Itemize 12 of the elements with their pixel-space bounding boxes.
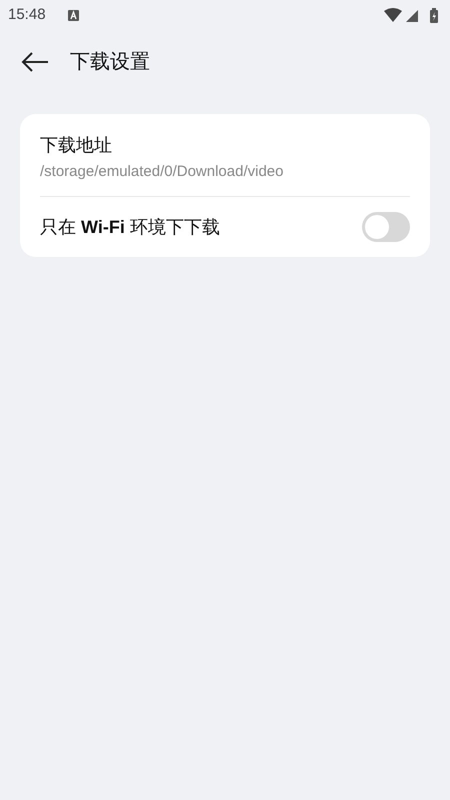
wifi-icon [384, 8, 402, 22]
setting-value: /storage/emulated/0/Download/video [40, 162, 284, 182]
back-arrow-icon [21, 52, 49, 72]
battery-icon [430, 8, 438, 22]
page-title: 下载设置 [70, 50, 150, 75]
setting-title: 只在 Wi-Fi 环境下下载 [40, 216, 221, 238]
setting-title: 下载地址 [40, 134, 113, 157]
keyboard-icon [68, 10, 79, 20]
toggle-switch[interactable] [362, 212, 410, 242]
status-time: 15:48 [8, 4, 46, 25]
signal-icon [406, 8, 420, 22]
setting-row[interactable]: 下载地址 /storage/emulated/0/Download/video [40, 114, 410, 196]
